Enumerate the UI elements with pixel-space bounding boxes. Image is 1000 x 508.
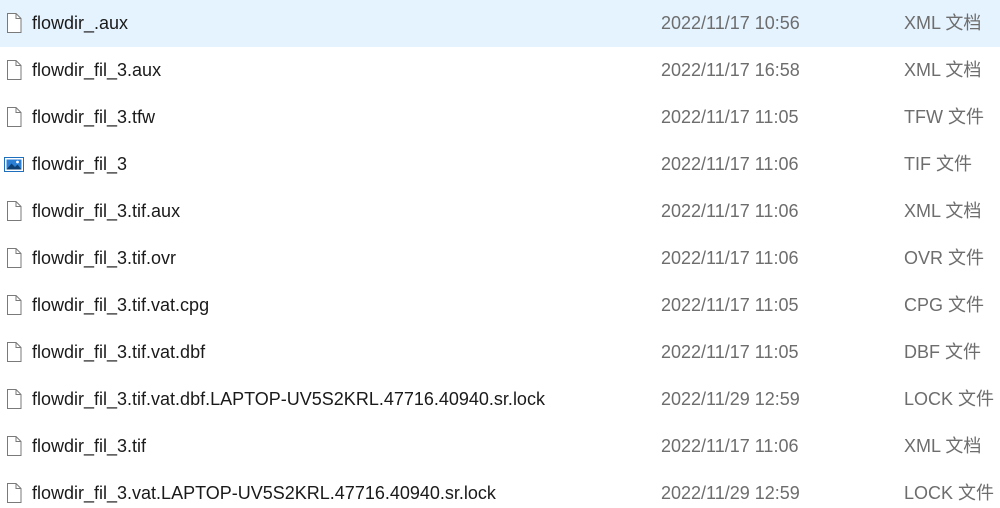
file-name: flowdir_fil_3.tif (32, 436, 147, 456)
file-modified-date: 2022/11/29 12:59 (661, 483, 800, 503)
file-type: TIF 文件 (904, 154, 972, 174)
document-icon (4, 482, 24, 504)
file-type: DBF 文件 (904, 342, 982, 362)
document-icon (4, 59, 24, 81)
file-row[interactable]: flowdir_fil_3.aux 2022/11/17 16:58 XML 文… (0, 47, 1000, 94)
file-name: flowdir_fil_3.tif.vat.cpg (32, 295, 210, 315)
file-modified-date: 2022/11/17 11:06 (661, 436, 799, 456)
file-name: flowdir_fil_3.tif.vat.dbf.LAPTOP-UV5S2KR… (32, 389, 545, 409)
file-row[interactable]: flowdir_fil_3.tif.vat.cpg 2022/11/17 11:… (0, 282, 1000, 329)
file-modified-date: 2022/11/17 10:56 (661, 13, 800, 33)
document-icon (4, 388, 24, 410)
file-modified-date: 2022/11/17 11:06 (661, 201, 799, 221)
file-name: flowdir_fil_3.tif.ovr (32, 248, 177, 268)
file-modified-date: 2022/11/29 12:59 (661, 389, 800, 409)
file-row[interactable]: flowdir_.aux 2022/11/17 10:56 XML 文档 (0, 0, 1000, 47)
file-modified-date: 2022/11/17 11:05 (661, 342, 799, 362)
file-name: flowdir_fil_3.aux (32, 60, 162, 80)
file-modified-date: 2022/11/17 11:06 (661, 154, 799, 174)
file-type: XML 文档 (904, 60, 982, 80)
file-modified-date: 2022/11/17 16:58 (661, 60, 800, 80)
document-icon (4, 294, 24, 316)
file-name: flowdir_fil_3 (32, 154, 128, 174)
file-modified-date: 2022/11/17 11:06 (661, 248, 799, 268)
file-name: flowdir_fil_3.tif.vat.dbf (32, 342, 206, 362)
file-name: flowdir_fil_3.tif.aux (32, 201, 181, 221)
document-icon (4, 12, 24, 34)
file-type: OVR 文件 (904, 248, 985, 268)
file-type: XML 文档 (904, 13, 982, 33)
file-name: flowdir_fil_3.tfw (32, 107, 156, 127)
file-row[interactable]: flowdir_fil_3.tif.vat.dbf 2022/11/17 11:… (0, 329, 1000, 376)
file-type: TFW 文件 (904, 107, 984, 127)
document-icon (4, 200, 24, 222)
file-type: XML 文档 (904, 436, 982, 456)
file-row[interactable]: flowdir_fil_3.vat.LAPTOP-UV5S2KRL.47716.… (0, 470, 1000, 508)
document-icon (4, 435, 24, 457)
file-row[interactable]: flowdir_fil_3.tif 2022/11/17 11:06 XML 文… (0, 423, 1000, 470)
file-row[interactable]: flowdir_fil_3.tif.aux 2022/11/17 11:06 X… (0, 188, 1000, 235)
file-type: LOCK 文件 (904, 389, 995, 409)
file-row[interactable]: flowdir_fil_3.tif.vat.dbf.LAPTOP-UV5S2KR… (0, 376, 1000, 423)
file-type: LOCK 文件 (904, 483, 995, 503)
document-icon (4, 247, 24, 269)
file-type: CPG 文件 (904, 295, 985, 315)
file-row[interactable]: flowdir_fil_3 2022/11/17 11:06 TIF 文件 (0, 141, 1000, 188)
file-row[interactable]: flowdir_fil_3.tfw 2022/11/17 11:05 TFW 文… (0, 94, 1000, 141)
file-type: XML 文档 (904, 201, 982, 221)
document-icon (4, 341, 24, 363)
file-list: flowdir_.aux 2022/11/17 10:56 XML 文档 flo… (0, 0, 1000, 508)
document-icon (4, 106, 24, 128)
file-modified-date: 2022/11/17 11:05 (661, 107, 799, 127)
file-row[interactable]: flowdir_fil_3.tif.ovr 2022/11/17 11:06 O… (0, 235, 1000, 282)
file-name: flowdir_fil_3.vat.LAPTOP-UV5S2KRL.47716.… (32, 483, 496, 503)
image-icon (4, 153, 24, 175)
file-modified-date: 2022/11/17 11:05 (661, 295, 799, 315)
file-name: flowdir_.aux (32, 13, 129, 33)
